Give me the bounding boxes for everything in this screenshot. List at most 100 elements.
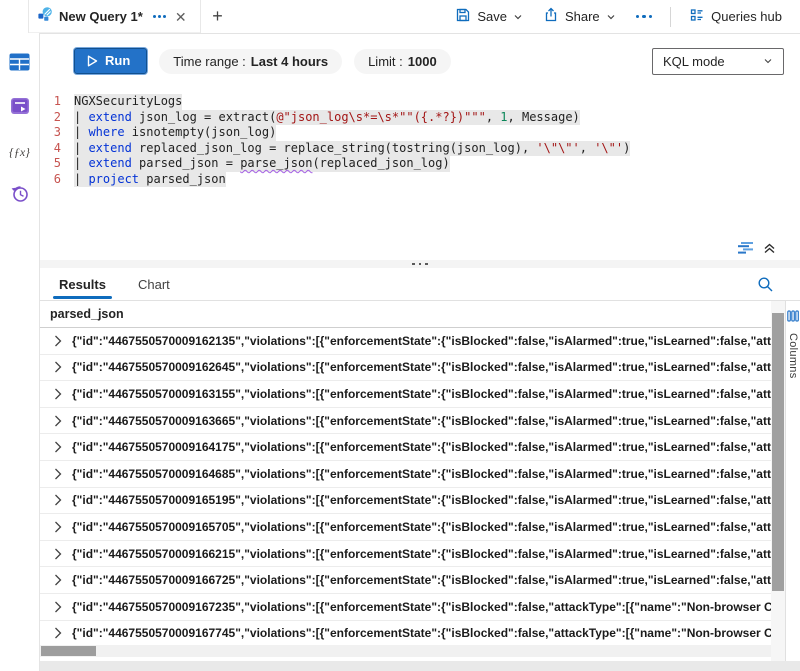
- table-row[interactable]: {"id":"4467550570009164175","violations"…: [40, 434, 771, 461]
- table-row[interactable]: {"id":"4467550570009163665","violations"…: [40, 408, 771, 435]
- table-row[interactable]: {"id":"4467550570009162135","violations"…: [40, 328, 771, 355]
- more-actions-button[interactable]: [628, 9, 661, 25]
- expand-row-chevron-icon[interactable]: [54, 494, 62, 506]
- left-sidebar: {ƒx}: [0, 33, 40, 671]
- line-number: 1: [40, 94, 74, 110]
- table-row[interactable]: {"id":"4467550570009166725","violations"…: [40, 567, 771, 594]
- kql-mode-select[interactable]: KQL mode: [652, 48, 784, 75]
- expand-row-chevron-icon[interactable]: [54, 335, 62, 347]
- query-outline-icon[interactable]: [738, 241, 755, 254]
- expand-row-chevron-icon[interactable]: [54, 388, 62, 400]
- row-json-value: {"id":"4467550570009164685","violations"…: [72, 467, 771, 481]
- row-json-value: {"id":"4467550570009166215","violations"…: [72, 547, 771, 561]
- app-window: New Query 1* ✕ + Save: [0, 0, 800, 671]
- tab-more-icon[interactable]: [153, 15, 166, 18]
- table-row[interactable]: {"id":"4467550570009167745","violations"…: [40, 621, 771, 645]
- tables-icon: [9, 53, 30, 76]
- queries-hub-button[interactable]: Queries hub: [681, 3, 790, 30]
- row-json-value: {"id":"4467550570009166725","violations"…: [72, 573, 771, 587]
- search-results-button[interactable]: [757, 276, 774, 293]
- share-button[interactable]: Share: [535, 3, 624, 30]
- search-icon: [757, 276, 774, 293]
- new-tab-button[interactable]: +: [205, 0, 231, 33]
- editor-line: 5| extend parsed_json = parse_json(repla…: [40, 156, 800, 172]
- tab-chart[interactable]: Chart: [134, 270, 174, 298]
- panel-resize-handle[interactable]: [40, 260, 800, 268]
- row-json-value: {"id":"4467550570009165195","violations"…: [72, 493, 771, 507]
- kql-mode-label: KQL mode: [663, 54, 725, 69]
- sidebar-item-functions[interactable]: {ƒx}: [7, 139, 33, 165]
- code-text: | project parsed_json: [74, 172, 226, 188]
- horizontal-scrollbar-thumb[interactable]: [41, 646, 96, 656]
- grid-bottom-gap: [40, 657, 771, 661]
- tab-results[interactable]: Results: [55, 270, 110, 298]
- table-row[interactable]: {"id":"4467550570009165195","violations"…: [40, 488, 771, 515]
- queries-hub-label: Queries hub: [711, 9, 782, 24]
- chevron-down-icon: [513, 12, 523, 22]
- line-number: 5: [40, 156, 74, 172]
- collapse-editor-icon[interactable]: [763, 241, 776, 254]
- table-row[interactable]: {"id":"4467550570009167235","violations"…: [40, 594, 771, 621]
- expand-row-chevron-icon[interactable]: [54, 441, 62, 453]
- table-row[interactable]: {"id":"4467550570009163155","violations"…: [40, 381, 771, 408]
- time-range-value: Last 4 hours: [251, 54, 328, 69]
- code-text: | extend replaced_json_log = replace_str…: [74, 141, 630, 157]
- adx-logo-icon: [37, 6, 53, 27]
- horizontal-scrollbar[interactable]: [40, 645, 771, 657]
- time-range-pill[interactable]: Time range : Last 4 hours: [159, 49, 342, 74]
- save-label: Save: [477, 9, 507, 24]
- tab-close-icon[interactable]: ✕: [172, 8, 190, 26]
- query-tab[interactable]: New Query 1* ✕: [28, 0, 201, 33]
- editor-line: 1NGXSecurityLogs: [40, 94, 800, 110]
- table-row[interactable]: {"id":"4467550570009165705","violations"…: [40, 514, 771, 541]
- expand-row-chevron-icon[interactable]: [54, 468, 62, 480]
- row-json-value: {"id":"4467550570009162645","violations"…: [72, 360, 771, 374]
- chevron-down-icon: [606, 12, 616, 22]
- results-panel: Results Chart parsed_json {"id":"4467550…: [40, 268, 800, 661]
- code-text: | extend json_log = extract(@"json_log\s…: [74, 110, 580, 126]
- expand-row-chevron-icon[interactable]: [54, 548, 62, 560]
- table-row[interactable]: {"id":"4467550570009164685","violations"…: [40, 461, 771, 488]
- play-icon: [87, 55, 98, 67]
- row-json-value: {"id":"4467550570009164175","violations"…: [72, 440, 771, 454]
- bottom-status-strip: [40, 661, 800, 671]
- expand-row-chevron-icon[interactable]: [54, 601, 62, 613]
- table-row[interactable]: {"id":"4467550570009162645","violations"…: [40, 355, 771, 382]
- limit-pill[interactable]: Limit : 1000: [354, 49, 451, 74]
- column-header-parsed-json[interactable]: parsed_json: [40, 301, 771, 328]
- top-tab-bar: New Query 1* ✕ + Save: [0, 0, 800, 33]
- columns-panel-tab[interactable]: Columns: [785, 301, 800, 661]
- share-icon: [543, 7, 559, 26]
- sidebar-item-history[interactable]: [7, 183, 33, 209]
- top-actions: Save Share: [447, 0, 800, 33]
- expand-row-chevron-icon[interactable]: [54, 521, 62, 533]
- editor-line: 3| where isnotempty(json_log): [40, 125, 800, 141]
- divider: [670, 7, 671, 27]
- row-json-value: {"id":"4467550570009165705","violations"…: [72, 520, 771, 534]
- functions-icon: {ƒx}: [9, 145, 30, 160]
- code-text: | extend parsed_json = parse_json(replac…: [74, 156, 450, 172]
- sidebar-item-queries[interactable]: [7, 95, 33, 121]
- query-editor[interactable]: 1NGXSecurityLogs2| extend json_log = ext…: [40, 88, 800, 234]
- expand-row-chevron-icon[interactable]: [54, 415, 62, 427]
- results-tab-bar: Results Chart: [40, 268, 800, 301]
- share-label: Share: [565, 9, 600, 24]
- line-number: 4: [40, 141, 74, 157]
- expand-row-chevron-icon[interactable]: [54, 627, 62, 639]
- expand-row-chevron-icon[interactable]: [54, 361, 62, 373]
- editor-line: 4| extend replaced_json_log = replace_st…: [40, 141, 800, 157]
- table-row[interactable]: {"id":"4467550570009166215","violations"…: [40, 541, 771, 568]
- run-label: Run: [105, 53, 130, 68]
- row-json-value: {"id":"4467550570009163665","violations"…: [72, 414, 771, 428]
- run-button[interactable]: Run: [74, 48, 147, 74]
- vertical-scrollbar[interactable]: [771, 301, 785, 661]
- line-number: 6: [40, 172, 74, 188]
- line-number: 2: [40, 110, 74, 126]
- vertical-scrollbar-thumb[interactable]: [772, 313, 784, 591]
- expand-row-chevron-icon[interactable]: [54, 574, 62, 586]
- save-icon: [455, 7, 471, 26]
- results-grid: parsed_json {"id":"4467550570009162135",…: [40, 301, 771, 661]
- save-button[interactable]: Save: [447, 3, 531, 30]
- row-json-value: {"id":"4467550570009167745","violations"…: [72, 626, 771, 640]
- sidebar-item-tables[interactable]: [7, 51, 33, 77]
